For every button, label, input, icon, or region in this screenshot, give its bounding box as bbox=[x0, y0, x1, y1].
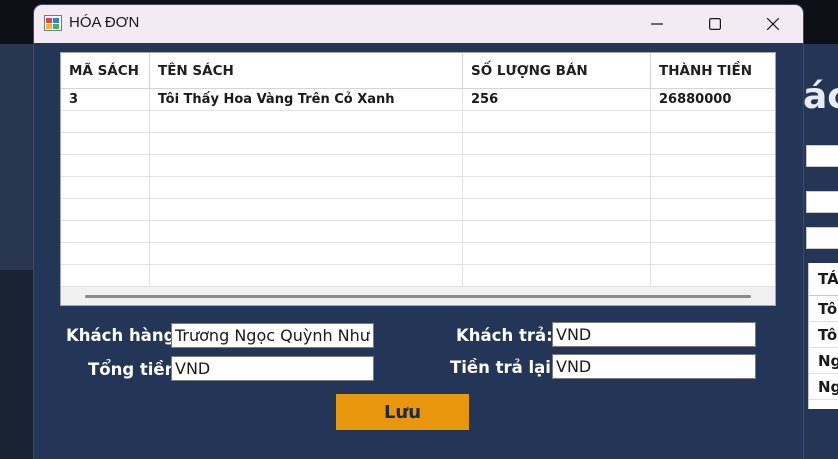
change-input[interactable] bbox=[552, 354, 756, 379]
column-header-thanh-tien[interactable]: THÀNH TIỀN bbox=[651, 53, 775, 89]
paid-label: Khách trả: bbox=[456, 326, 553, 345]
background-table-cell[interactable]: Tô bbox=[809, 322, 838, 348]
empty-row[interactable] bbox=[61, 133, 775, 155]
grid-header: MÃ SÁCH TÊN SÁCH SỐ LƯỢNG BÁN THÀNH TIỀN bbox=[61, 53, 775, 89]
empty-cell bbox=[150, 133, 463, 155]
column-header-so-luong-ban[interactable]: SỐ LƯỢNG BÁN bbox=[463, 53, 651, 89]
empty-row[interactable] bbox=[61, 111, 775, 133]
empty-row[interactable] bbox=[61, 177, 775, 199]
empty-row[interactable] bbox=[61, 155, 775, 177]
empty-cell bbox=[61, 177, 150, 199]
empty-cell bbox=[150, 221, 463, 243]
horizontal-scrollbar[interactable] bbox=[61, 287, 775, 305]
background-field[interactable] bbox=[806, 145, 838, 167]
customer-input[interactable] bbox=[171, 323, 374, 348]
maximize-icon bbox=[709, 18, 721, 30]
close-icon bbox=[767, 18, 779, 30]
invoice-grid[interactable]: MÃ SÁCH TÊN SÁCH SỐ LƯỢNG BÁN THÀNH TIỀN… bbox=[60, 52, 776, 306]
change-label: Tiền trả lại: bbox=[450, 358, 558, 377]
cell-thanh-tien[interactable]: 26880000 bbox=[651, 89, 775, 111]
cell-ten-sach-text: Tôi Thấy Hoa Vàng Trên Cỏ Xanh bbox=[158, 92, 395, 107]
background-table-cell[interactable]: Ng bbox=[809, 374, 838, 400]
background-title-fragment: ác bbox=[803, 76, 838, 117]
background-left-panel-lower bbox=[0, 270, 34, 459]
cell-ma-sach[interactable]: 3 bbox=[61, 89, 150, 111]
empty-cell bbox=[463, 199, 651, 221]
column-header-ten-sach[interactable]: TÊN SÁCH bbox=[150, 53, 463, 89]
empty-cell bbox=[61, 199, 150, 221]
minimize-button[interactable] bbox=[628, 5, 686, 43]
close-button[interactable] bbox=[744, 5, 802, 43]
empty-cell bbox=[463, 133, 651, 155]
background-table: TÁ Tô Tô Ng Ng bbox=[808, 263, 838, 409]
empty-cell bbox=[463, 111, 651, 133]
window-title: HÓA ĐƠN bbox=[69, 14, 140, 31]
empty-cell bbox=[463, 221, 651, 243]
empty-row[interactable] bbox=[61, 243, 775, 265]
empty-row[interactable] bbox=[61, 265, 775, 287]
empty-cell bbox=[61, 133, 150, 155]
empty-cell bbox=[463, 155, 651, 177]
empty-cell bbox=[150, 265, 463, 287]
cell-ten-sach[interactable]: Tôi Thấy Hoa Vàng Trên Cỏ Xanh ... bbox=[150, 89, 463, 111]
background-table-cell[interactable]: Tô bbox=[809, 296, 838, 322]
table-row[interactable]: 3 Tôi Thấy Hoa Vàng Trên Cỏ Xanh ... 256… bbox=[61, 89, 775, 111]
empty-cell bbox=[61, 111, 150, 133]
empty-cell bbox=[61, 243, 150, 265]
empty-cell bbox=[61, 155, 150, 177]
save-button[interactable]: Lưu bbox=[336, 394, 469, 430]
empty-cell bbox=[61, 221, 150, 243]
maximize-button[interactable] bbox=[686, 5, 744, 43]
empty-cell bbox=[463, 177, 651, 199]
customer-label: Khách hàng: bbox=[66, 326, 182, 345]
empty-row[interactable] bbox=[61, 199, 775, 221]
empty-cell bbox=[463, 265, 651, 287]
cell-so-luong-ban[interactable]: 256 bbox=[463, 89, 651, 111]
background-field[interactable] bbox=[806, 227, 838, 249]
background-field[interactable] bbox=[806, 191, 838, 213]
scrollbar-thumb[interactable] bbox=[85, 295, 751, 298]
total-label: Tổng tiền: bbox=[88, 360, 183, 379]
empty-cell bbox=[150, 243, 463, 265]
paid-input[interactable] bbox=[552, 322, 756, 347]
column-header-ma-sach[interactable]: MÃ SÁCH bbox=[61, 53, 150, 89]
empty-cell bbox=[61, 265, 150, 287]
minimize-icon bbox=[651, 23, 663, 25]
background-table-cell[interactable]: Ng bbox=[809, 348, 838, 374]
title-bar[interactable]: HÓA ĐƠN bbox=[34, 5, 803, 43]
background-table-header: TÁ bbox=[809, 263, 838, 296]
app-icon bbox=[44, 15, 62, 31]
empty-cell bbox=[150, 111, 463, 133]
empty-row[interactable] bbox=[61, 221, 775, 243]
total-input[interactable] bbox=[171, 356, 374, 381]
empty-cell bbox=[150, 199, 463, 221]
empty-cell bbox=[463, 243, 651, 265]
invoice-dialog: HÓA ĐƠN MÃ SÁCH TÊN SÁCH SỐ LƯỢNG BÁN TH… bbox=[34, 5, 803, 459]
empty-cell bbox=[150, 155, 463, 177]
empty-cell bbox=[150, 177, 463, 199]
